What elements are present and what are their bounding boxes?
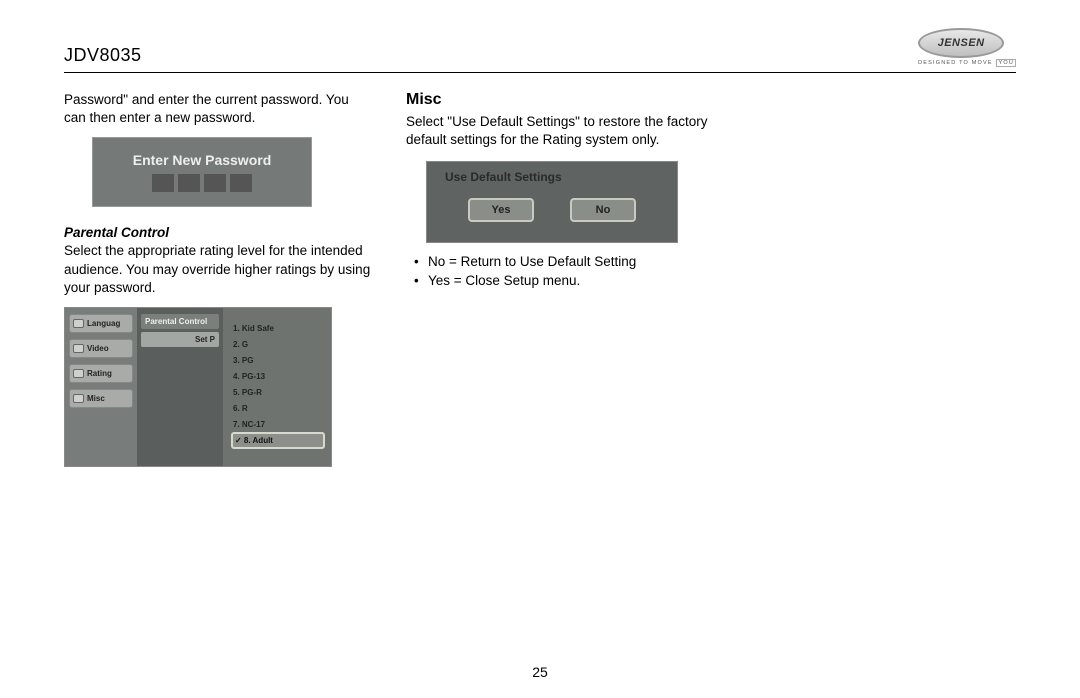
uds-title: Use Default Settings	[445, 170, 667, 184]
password-box	[230, 174, 252, 192]
pc-tab-label: Rating	[87, 369, 112, 378]
pc-rating-item: 3. PG	[231, 352, 325, 368]
password-box	[152, 174, 174, 192]
password-box	[204, 174, 226, 192]
uds-no-button: No	[570, 198, 636, 222]
parental-control-text: Select the appropriate rating level for …	[64, 242, 374, 297]
pc-rating-item: 7. NC-17	[231, 416, 325, 432]
misc-text: Select "Use Default Settings" to restore…	[406, 113, 716, 149]
pc-rating-item: 1. Kid Safe	[231, 320, 325, 336]
use-default-settings-screenshot: Use Default Settings Yes No	[426, 161, 678, 243]
model-number: JDV8035	[64, 45, 142, 66]
pc-rating-item: 4. PG-13	[231, 368, 325, 384]
bullet-item: Yes = Close Setup menu.	[406, 272, 716, 290]
video-icon	[73, 344, 84, 353]
password-intro-text: Password" and enter the current password…	[64, 91, 374, 127]
pc-sidebar: Languag Video Rating Misc	[65, 308, 137, 466]
pc-middle-panel: Parental Control Set P	[137, 308, 223, 466]
column-right: Misc Select "Use Default Settings" to re…	[406, 91, 716, 467]
uds-buttons: Yes No	[437, 198, 667, 222]
pc-rating-item: 5. PG-R	[231, 384, 325, 400]
content-columns: Password" and enter the current password…	[64, 91, 1016, 467]
pc-tab-label: Video	[87, 344, 109, 353]
bullet-item: No = Return to Use Default Setting	[406, 253, 716, 271]
uds-yes-button: Yes	[468, 198, 534, 222]
pc-tab-rating: Rating	[69, 364, 133, 383]
pc-tab-label: Languag	[87, 319, 120, 328]
globe-icon	[73, 319, 84, 328]
pc-middle-title: Parental Control	[141, 314, 219, 329]
misc-bullet-list: No = Return to Use Default Setting Yes =…	[406, 253, 716, 289]
column-left: Password" and enter the current password…	[64, 91, 374, 467]
password-box	[178, 174, 200, 192]
parental-control-screenshot: Languag Video Rating Misc Parental Contr…	[64, 307, 332, 467]
tagline-text: DESIGNED TO MOVE	[918, 60, 993, 66]
enter-password-title: Enter New Password	[133, 152, 272, 168]
misc-heading: Misc	[406, 91, 716, 109]
brand-logo: JENSEN	[918, 28, 1004, 58]
brand-logo-wrap: JENSEN DESIGNED TO MOVE YOU	[918, 28, 1016, 66]
page-number: 25	[0, 664, 1080, 680]
parental-control-heading: Parental Control	[64, 225, 374, 240]
pc-rating-item-selected: ✓ 8. Adult	[231, 432, 325, 449]
page-header: JDV8035 JENSEN DESIGNED TO MOVE YOU	[64, 28, 1016, 73]
lock-icon	[73, 369, 84, 378]
pc-tab-language: Languag	[69, 314, 133, 333]
brand-tagline: DESIGNED TO MOVE YOU	[918, 60, 1016, 66]
pc-middle-selected: Set P	[141, 332, 219, 347]
enter-password-screenshot: Enter New Password	[92, 137, 312, 207]
pc-rating-list: 1. Kid Safe 2. G 3. PG 4. PG-13 5. PG-R …	[223, 308, 331, 466]
password-placeholder-boxes	[152, 174, 252, 192]
misc-icon	[73, 394, 84, 403]
pc-tab-label: Misc	[87, 394, 105, 403]
pc-tab-misc: Misc	[69, 389, 133, 408]
pc-rating-item: 6. R	[231, 400, 325, 416]
pc-tab-video: Video	[69, 339, 133, 358]
pc-rating-item: 2. G	[231, 336, 325, 352]
tagline-you: YOU	[996, 59, 1016, 67]
